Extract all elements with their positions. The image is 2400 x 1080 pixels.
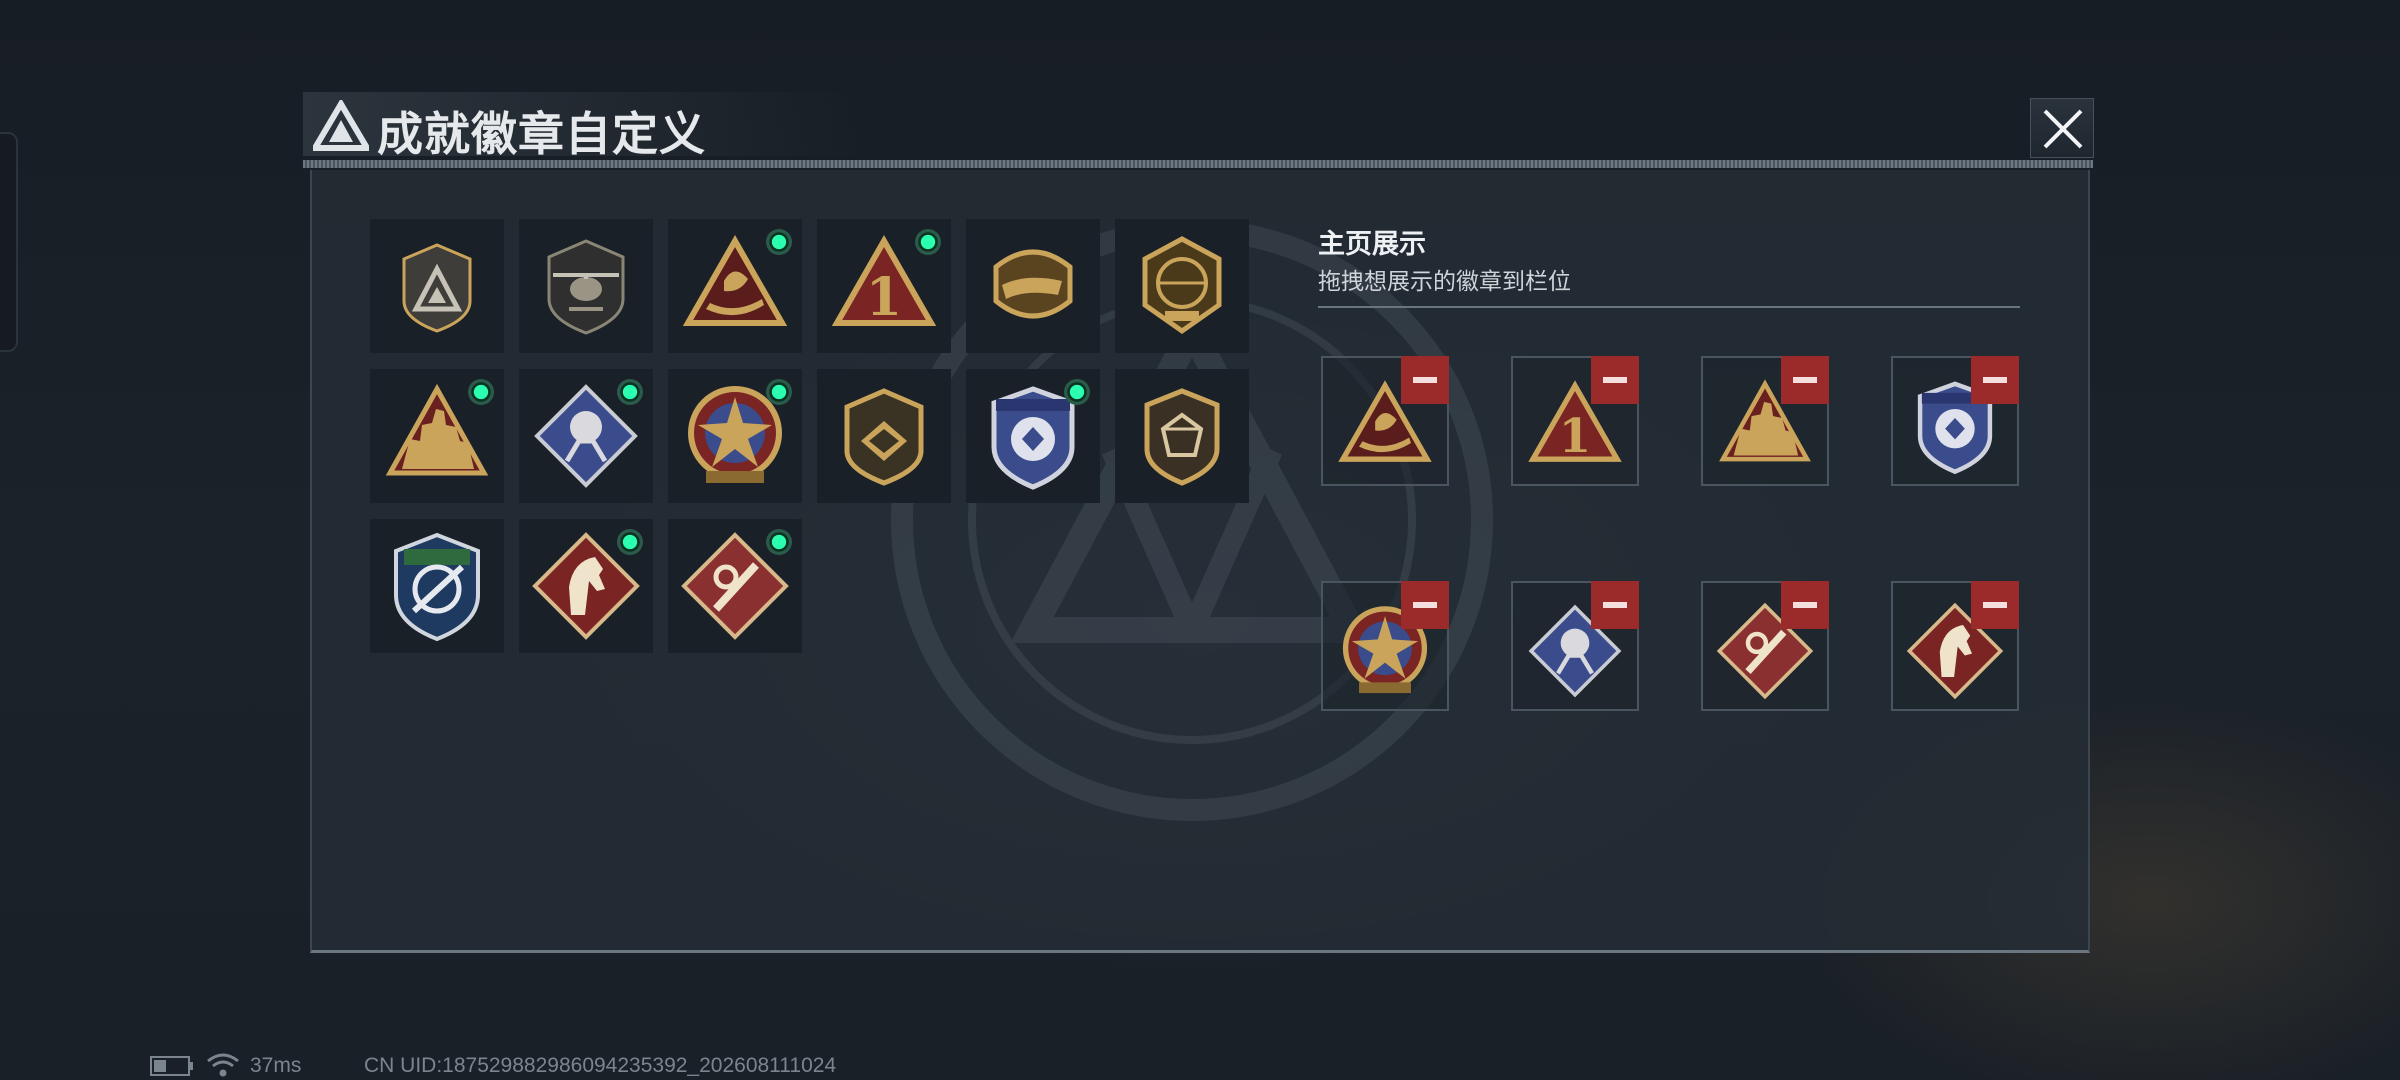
gold-shield-badge-icon	[844, 388, 924, 486]
close-button[interactable]	[2030, 98, 2094, 158]
crocodile-badge-icon	[993, 249, 1073, 319]
badge-soldiers-triangle-badge[interactable]	[370, 369, 504, 503]
showcase-subtitle: 拖拽想展示的徽章到栏位	[1318, 269, 1571, 295]
remove-badge-button[interactable]	[1401, 356, 1449, 404]
remove-badge-button[interactable]	[1971, 356, 2019, 404]
showcase-title: 主页展示	[1318, 229, 1426, 260]
badge-delta-force-2026-badge[interactable]	[1115, 219, 1249, 353]
ping-text: 37ms	[250, 1054, 302, 1077]
showcase-slot-6[interactable]	[1511, 581, 1639, 711]
side-tab[interactable]	[0, 132, 18, 352]
equipped-indicator	[617, 529, 643, 555]
svg-text:1: 1	[866, 267, 902, 328]
equipped-indicator	[766, 379, 792, 405]
battery-icon	[150, 1056, 193, 1076]
remove-badge-button[interactable]	[1401, 581, 1449, 629]
green-sword-shield-badge-icon	[394, 532, 480, 642]
showcase-divider	[1318, 306, 2020, 308]
badge-blue-police-badge[interactable]	[966, 369, 1100, 503]
showcase-slot-3[interactable]	[1701, 356, 1829, 486]
badge-horse-diamond-badge[interactable]	[519, 519, 653, 653]
delta-shield-badge-icon	[402, 243, 472, 333]
svg-text:1: 1	[1559, 408, 1591, 463]
title-divider	[303, 160, 2093, 168]
badge-green-sword-shield-badge[interactable]	[370, 519, 504, 653]
delta-force-2026-badge-icon	[1142, 236, 1222, 335]
remove-badge-button[interactable]	[1591, 581, 1639, 629]
equipped-indicator	[766, 229, 792, 255]
showcase-slot-2[interactable]: 1	[1511, 356, 1639, 486]
showcase-slot-4[interactable]	[1891, 356, 2019, 486]
badge-delta-shield-badge[interactable]	[370, 219, 504, 353]
title-bar: 成就徽章自定义	[303, 92, 2093, 164]
showcase-slot-8[interactable]	[1891, 581, 2019, 711]
remove-badge-button[interactable]	[1591, 356, 1639, 404]
badge-crocodile-badge[interactable]	[966, 219, 1100, 353]
badge-red-tool-diamond-badge[interactable]	[668, 519, 802, 653]
close-icon	[2043, 109, 2083, 149]
badge-helicopter-badge[interactable]	[519, 219, 653, 353]
badge-star-medal-badge[interactable]	[668, 369, 802, 503]
helicopter-badge-icon	[547, 239, 625, 335]
badge-dolphin-triangle-badge[interactable]	[668, 219, 802, 353]
gem-shield-badge-icon	[1144, 388, 1220, 486]
equipped-indicator	[915, 229, 941, 255]
showcase-slot-5[interactable]	[1321, 581, 1449, 711]
equipped-indicator	[766, 529, 792, 555]
badge-gem-shield-badge[interactable]	[1115, 369, 1249, 503]
remove-badge-button[interactable]	[1781, 356, 1829, 404]
equipped-indicator	[1064, 379, 1090, 405]
uid-text: CN UID:18752988298609423539​2_2026081110…	[364, 1054, 837, 1077]
badge-rose-diamond-badge[interactable]	[519, 369, 653, 503]
wifi-icon	[207, 1053, 239, 1077]
delta-logo-icon	[313, 100, 369, 151]
showcase-slot-7[interactable]	[1701, 581, 1829, 711]
remove-badge-button[interactable]	[1781, 581, 1829, 629]
showcase-slot-1[interactable]	[1321, 356, 1449, 486]
page-title: 成就徽章自定义	[377, 107, 706, 161]
equipped-indicator	[468, 379, 494, 405]
equipped-indicator	[617, 379, 643, 405]
remove-badge-button[interactable]	[1971, 581, 2019, 629]
badge-gold-shield-badge[interactable]	[817, 369, 951, 503]
badge-number-one-badge[interactable]: 1	[817, 219, 951, 353]
